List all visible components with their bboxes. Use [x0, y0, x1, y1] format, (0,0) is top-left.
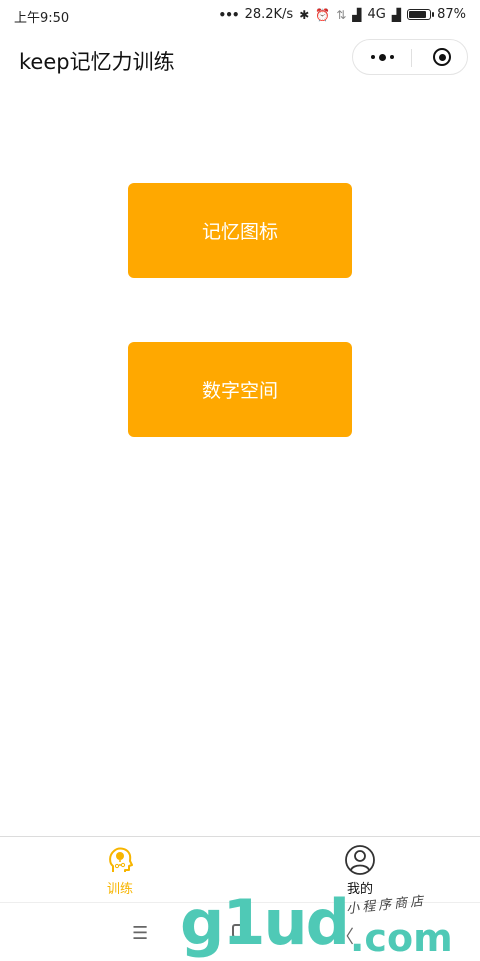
- user-profile-icon: [345, 845, 375, 875]
- home-square-icon[interactable]: [232, 924, 246, 938]
- signal-icon: ▟: [352, 7, 362, 22]
- more-dots-icon[interactable]: [353, 40, 411, 74]
- alarm-icon: ⏰: [315, 7, 331, 22]
- status-time: 上午9:50: [14, 11, 70, 26]
- ring: [433, 48, 451, 66]
- target-circle-icon[interactable]: [417, 40, 467, 74]
- brain-head-icon: [109, 847, 133, 872]
- memory-icon-button[interactable]: 记忆图标: [128, 183, 352, 278]
- system-nav-bar: ☰ 〈: [0, 902, 480, 961]
- battery-icon: [407, 9, 435, 20]
- signal-icon: ▟: [391, 7, 402, 22]
- back-chevron-icon[interactable]: 〈: [336, 923, 354, 949]
- tab-bar: 训练 我的: [0, 836, 480, 903]
- battery-percent: 87%: [437, 7, 466, 22]
- number-space-button-label: 数字空间: [201, 380, 278, 402]
- mini-program-capsule: [352, 39, 468, 75]
- status-bar: 上午9:50 ••• 28.2K/s ✱ ⏰ ⇅ ▟ 4G ▟ 87%: [0, 0, 480, 30]
- dot: [378, 53, 386, 61]
- capsule-divider: [411, 49, 412, 67]
- tab-mine-label: 我的: [346, 882, 373, 897]
- nav-bar: keep记忆力训练: [0, 30, 480, 90]
- menu-icon[interactable]: ☰: [132, 923, 148, 944]
- tab-training-label: 训练: [106, 882, 133, 897]
- tab-training[interactable]: 训练: [0, 837, 240, 903]
- status-icons: ••• 28.2K/s ✱ ⏰ ⇅ ▟ 4G ▟ 87%: [219, 7, 466, 22]
- data-transfer-icon: ⇅: [336, 7, 347, 22]
- number-space-button[interactable]: 数字空间: [128, 342, 352, 437]
- ring-dot: [438, 53, 446, 61]
- tab-mine[interactable]: 我的: [240, 837, 480, 903]
- more-dots-icon: •••: [218, 7, 240, 22]
- dot: [370, 55, 375, 59]
- battery-fill: [409, 11, 427, 18]
- bluetooth-icon: ✱: [299, 7, 310, 22]
- page-title: keep记忆力训练: [19, 50, 175, 74]
- network-speed: 28.2K/s: [244, 7, 294, 22]
- dot: [389, 55, 394, 59]
- memory-icon-button-label: 记忆图标: [201, 221, 278, 243]
- network-type: 4G: [367, 7, 386, 22]
